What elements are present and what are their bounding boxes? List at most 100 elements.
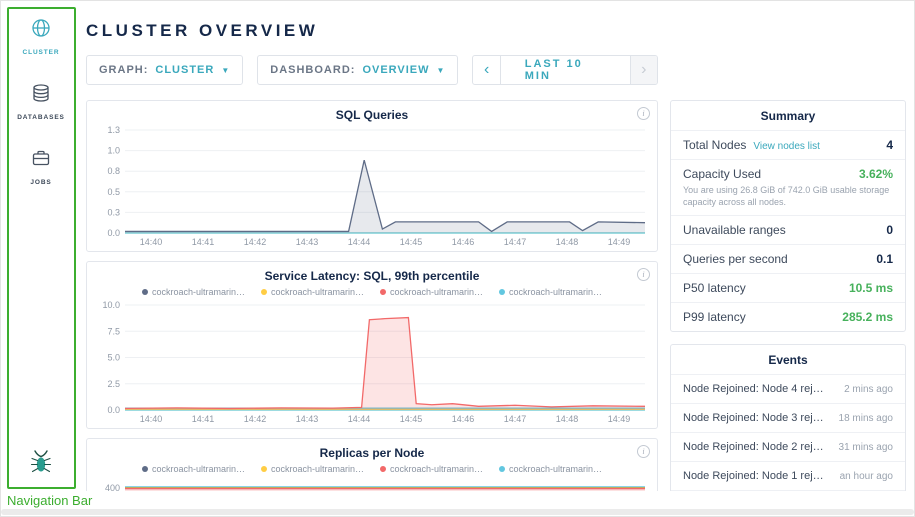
event-row: Node Rejoined: Node 3 rej… 18 mins ago bbox=[671, 403, 905, 432]
svg-text:14:46: 14:46 bbox=[452, 237, 475, 247]
summary-row-capacity: Capacity Used 3.62% You are using 26.8 G… bbox=[671, 159, 905, 215]
svg-text:14:41: 14:41 bbox=[192, 414, 215, 424]
svg-text:0.8: 0.8 bbox=[107, 166, 120, 176]
svg-text:0.0: 0.0 bbox=[107, 228, 120, 238]
event-row: Node Rejoined: Node 4 rej… an hour ago bbox=[671, 490, 905, 491]
databases-icon bbox=[30, 82, 52, 109]
legend-label: cockroach-ultramarin… bbox=[152, 464, 245, 474]
time-range-label[interactable]: LAST 10 MIN bbox=[501, 56, 630, 84]
dashboard-dropdown[interactable]: DASHBOARD: OVERVIEW ▼ bbox=[257, 55, 458, 85]
legend-dot-icon bbox=[380, 289, 386, 295]
row-value: 10.5 ms bbox=[849, 281, 893, 295]
legend-item[interactable]: cockroach-ultramarin… bbox=[499, 464, 602, 474]
event-row: Node Rejoined: Node 4 rej… 2 mins ago bbox=[671, 374, 905, 403]
total-nodes-value: 4 bbox=[886, 138, 893, 152]
graph-dropdown[interactable]: GRAPH: CLUSTER ▼ bbox=[86, 55, 243, 85]
event-time: 18 mins ago bbox=[839, 413, 893, 424]
chevron-down-icon: ▼ bbox=[437, 66, 446, 75]
legend-item[interactable]: cockroach-ultramarin… bbox=[380, 464, 483, 474]
graph-dropdown-label: GRAPH: bbox=[99, 64, 148, 76]
event-time: 2 mins ago bbox=[844, 384, 893, 395]
legend-dot-icon bbox=[142, 466, 148, 472]
row-label: P99 latency bbox=[683, 310, 746, 324]
row-label: Queries per second bbox=[683, 252, 788, 266]
graph-dropdown-value: CLUSTER bbox=[155, 64, 214, 76]
admin-ui-screen: CLUSTER DATABASES bbox=[1, 1, 914, 491]
legend-item[interactable]: cockroach-ultramarin… bbox=[261, 287, 364, 297]
svg-text:14:48: 14:48 bbox=[556, 414, 579, 424]
info-icon[interactable]: i bbox=[637, 445, 650, 458]
right-sidebar: Summary Total Nodes View nodes list 4 Ca… bbox=[670, 100, 906, 491]
sidebar-item-jobs[interactable]: JOBS bbox=[30, 147, 52, 186]
cluster-globe-icon bbox=[30, 17, 52, 44]
svg-text:14:41: 14:41 bbox=[192, 237, 215, 247]
sidebar-item-label: CLUSTER bbox=[23, 49, 60, 56]
svg-text:14:44: 14:44 bbox=[348, 237, 371, 247]
replicas-per-node-plot: 40014:4014:4114:4214:4314:4414:4514:4614… bbox=[89, 476, 653, 491]
events-title: Events bbox=[671, 345, 905, 374]
total-nodes-label: Total Nodes bbox=[683, 138, 746, 152]
legend-item[interactable]: cockroach-ultramarin… bbox=[261, 464, 364, 474]
event-time: 31 mins ago bbox=[839, 442, 893, 453]
row-label: Unavailable ranges bbox=[683, 223, 786, 237]
summary-row-total-nodes: Total Nodes View nodes list 4 bbox=[671, 130, 905, 159]
summary-row-p99-latency: P99 latency 285.2 ms bbox=[671, 302, 905, 331]
legend-label: cockroach-ultramarin… bbox=[152, 287, 245, 297]
sidebar-item-label: DATABASES bbox=[17, 114, 65, 121]
svg-text:2.5: 2.5 bbox=[107, 379, 120, 389]
legend-dot-icon bbox=[499, 466, 505, 472]
event-text: Node Rejoined: Node 3 rej… bbox=[683, 412, 824, 424]
svg-text:14:43: 14:43 bbox=[296, 414, 319, 424]
event-text: Node Rejoined: Node 4 rej… bbox=[683, 383, 824, 395]
view-nodes-list-link[interactable]: View nodes list bbox=[753, 141, 820, 152]
chart-legend: cockroach-ultramarin… cockroach-ultramari… bbox=[87, 287, 657, 297]
row-value: 0 bbox=[886, 223, 893, 237]
annotation-label: Navigation Bar bbox=[7, 493, 92, 508]
dashboard-controls: GRAPH: CLUSTER ▼ DASHBOARD: OVERVIEW ▼ ‹… bbox=[86, 55, 658, 85]
svg-text:10.0: 10.0 bbox=[102, 300, 120, 310]
time-range-selector: ‹ LAST 10 MIN › bbox=[472, 55, 658, 85]
legend-label: cockroach-ultramarin… bbox=[390, 464, 483, 474]
svg-text:400: 400 bbox=[105, 483, 120, 491]
jobs-briefcase-icon bbox=[30, 147, 52, 174]
info-icon[interactable]: i bbox=[637, 107, 650, 120]
svg-text:5.0: 5.0 bbox=[107, 353, 120, 363]
charts-column: SQL Queries i 0.00.30.50.81.01.314:4014:… bbox=[86, 100, 658, 491]
sidebar-item-databases[interactable]: DATABASES bbox=[17, 82, 65, 121]
events-panel: Events Node Rejoined: Node 4 rej… 2 mins… bbox=[670, 344, 906, 491]
sql-queries-plot: 0.00.30.50.81.01.314:4014:4114:4214:4314… bbox=[89, 124, 653, 252]
event-row: Node Rejoined: Node 2 rej… 31 mins ago bbox=[671, 432, 905, 461]
row-value: 285.2 ms bbox=[842, 310, 893, 324]
service-latency-chart-card: Service Latency: SQL, 99th percentile i … bbox=[86, 261, 658, 429]
svg-text:14:47: 14:47 bbox=[504, 414, 527, 424]
app-root: CLUSTER DATABASES bbox=[0, 0, 915, 517]
svg-text:0.5: 0.5 bbox=[107, 187, 120, 197]
svg-text:14:47: 14:47 bbox=[504, 237, 527, 247]
legend-label: cockroach-ultramarin… bbox=[390, 287, 483, 297]
svg-text:14:49: 14:49 bbox=[608, 237, 631, 247]
bottom-scrollbar-strip[interactable] bbox=[1, 509, 914, 515]
legend-item[interactable]: cockroach-ultramarin… bbox=[142, 464, 245, 474]
time-prev-button[interactable]: ‹ bbox=[473, 56, 500, 84]
legend-item[interactable]: cockroach-ultramarin… bbox=[499, 287, 602, 297]
legend-dot-icon bbox=[261, 466, 267, 472]
legend-label: cockroach-ultramarin… bbox=[509, 464, 602, 474]
time-next-button[interactable]: › bbox=[630, 56, 657, 84]
capacity-value: 3.62% bbox=[859, 167, 893, 181]
svg-text:14:45: 14:45 bbox=[400, 237, 423, 247]
svg-text:14:43: 14:43 bbox=[296, 237, 319, 247]
sidebar-item-cluster[interactable]: CLUSTER bbox=[23, 17, 60, 56]
legend-item[interactable]: cockroach-ultramarin… bbox=[142, 287, 245, 297]
summary-title: Summary bbox=[671, 101, 905, 130]
chart-title: Service Latency: SQL, 99th percentile bbox=[87, 262, 657, 283]
page-title: CLUSTER OVERVIEW bbox=[86, 21, 658, 41]
event-text: Node Rejoined: Node 1 rej… bbox=[683, 470, 824, 482]
info-icon[interactable]: i bbox=[637, 268, 650, 281]
svg-text:0.3: 0.3 bbox=[107, 207, 120, 217]
svg-text:14:40: 14:40 bbox=[140, 237, 163, 247]
cockroachdb-logo[interactable] bbox=[29, 449, 53, 481]
svg-text:0.0: 0.0 bbox=[107, 405, 120, 415]
dashboard-dropdown-value: OVERVIEW bbox=[362, 64, 429, 76]
replicas-per-node-chart-card: Replicas per Node i cockroach-ultramarin… bbox=[86, 438, 658, 491]
legend-item[interactable]: cockroach-ultramarin… bbox=[380, 287, 483, 297]
